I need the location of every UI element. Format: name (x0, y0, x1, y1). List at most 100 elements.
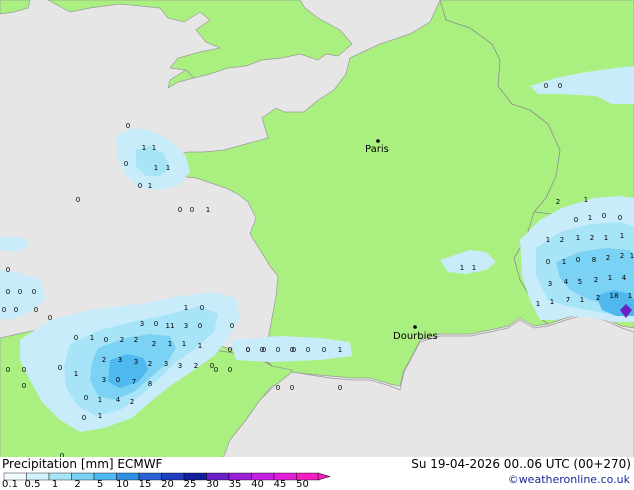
precip-value: 1 (604, 234, 608, 242)
city-marker (413, 325, 417, 329)
precip-value: 0 (230, 322, 234, 330)
precip-value: 0 (558, 82, 562, 90)
precip-value: 18 (610, 292, 619, 300)
scale-tick-label: 30 (206, 479, 219, 490)
precip-value: 2 (102, 356, 106, 364)
precip-value: 1 (148, 182, 152, 190)
precip-value: 2 (596, 294, 600, 302)
precip-value: 1 (198, 342, 202, 350)
scale-tick-label: 1 (51, 479, 59, 490)
precip-value: 1 (168, 340, 172, 348)
precip-value: 4 (564, 278, 569, 286)
precip-value: 11 (166, 322, 175, 330)
precip-value: 8 (592, 256, 596, 264)
precip-value: 0 (178, 206, 182, 214)
precip-value: 2 (152, 340, 156, 348)
precip-value: 0 (2, 306, 6, 314)
precip-value: 0 (6, 366, 10, 374)
precip-value: 0 (34, 306, 38, 314)
precip-value: 0 (228, 346, 232, 354)
precip-value: 0 (76, 196, 80, 204)
precip-value: 0 (276, 346, 280, 354)
precip-value: 1 (206, 206, 210, 214)
precip-value: 0 (602, 212, 606, 220)
precip-value: 1 (580, 296, 584, 304)
legend: Precipitation [mm] ECMWF Su 19-04-2026 0… (0, 457, 634, 490)
precip-value: 1 (182, 340, 186, 348)
precip-value: 5 (578, 278, 582, 286)
precip-value: 0 (198, 322, 202, 330)
precip-value: 0 (574, 216, 578, 224)
precip-value: 0 (276, 384, 280, 392)
precip-value: 0 (214, 366, 218, 374)
scale-tick-label: 45 (273, 479, 287, 490)
precip-value: 1 (166, 164, 170, 172)
precip-value: 1 (98, 396, 102, 404)
scale-tick-label: 0.5 (24, 479, 41, 490)
precip-value: 0 (306, 346, 310, 354)
precip-value: 0 (154, 320, 158, 328)
precip-value: 0 (58, 364, 62, 372)
precip-value: 0 (546, 258, 550, 266)
precip-value: 3 (164, 360, 168, 368)
precip-value: 1 (74, 370, 78, 378)
precip-value: 1 (584, 196, 588, 204)
scale-tick-label: 15 (138, 479, 152, 490)
precip-value: 0 (14, 306, 18, 314)
city-marker (376, 139, 380, 143)
precip-value: 3 (140, 320, 144, 328)
precip-value: 3 (118, 356, 122, 364)
precip-value: 1 (154, 164, 158, 172)
precip-value: 1 (98, 412, 102, 420)
precip-value: 4 (622, 274, 627, 282)
precip-value: 0 (190, 206, 194, 214)
precip-value: 0 (84, 394, 88, 402)
precip-value: 1 (576, 234, 580, 242)
precip-value: 1 (536, 300, 540, 308)
scale-tick-label: 0.1 (2, 479, 18, 490)
precip-value: 0 (262, 346, 266, 354)
precipitation-map: 0 1 1 0 1 1 0 1 0 0 0 1 0 0 0 0 0 0 0 0 … (0, 0, 634, 471)
precip-value: 0 (576, 256, 580, 264)
precip-value: 2 (194, 362, 198, 370)
precip-value: 0 (74, 334, 78, 342)
precip-value: 2 (590, 234, 594, 242)
precip-value: 0 (322, 346, 326, 354)
precip-value: 3 (184, 322, 188, 330)
legend-title: Precipitation [mm] ECMWF (2, 457, 163, 471)
precip-value: 3 (134, 358, 138, 366)
precip-value: 3 (178, 362, 182, 370)
precip-value: 0 (126, 122, 130, 130)
scale-tick-label: 40 (251, 479, 264, 490)
city-label: Dourbies (393, 331, 438, 342)
city-label: Paris (365, 144, 389, 155)
precip-value: 8 (148, 380, 152, 388)
precip-value: 1 (550, 298, 554, 306)
scale-tick-label: 10 (116, 479, 129, 490)
scale-arrow (317, 472, 331, 481)
precip-value: 1 (90, 334, 94, 342)
scale-tick-label: 35 (228, 479, 242, 490)
precip-value: 1 (472, 264, 476, 272)
precip-value: 2 (560, 236, 564, 244)
forecast-valid-time: Su 19-04-2026 00..06 UTC (00+270) (411, 457, 631, 471)
precip-value: 1 (152, 144, 156, 152)
precip-value: 1 (630, 252, 634, 260)
precip-value: 0 (246, 346, 250, 354)
precip-value: 2 (556, 198, 560, 206)
precip-value: 2 (606, 254, 610, 262)
precip-value: 1 (184, 304, 188, 312)
precip-value: 7 (132, 378, 136, 386)
precip-value: 2 (134, 336, 138, 344)
precip-value: 0 (104, 336, 108, 344)
scale-tick-label: 20 (161, 479, 174, 490)
precip-value: 0 (292, 346, 296, 354)
precip-value: 0 (6, 288, 10, 296)
precip-value: 1 (460, 264, 464, 272)
precip-value: 2 (148, 360, 152, 368)
precip-value: 1 (546, 236, 550, 244)
precip-value: 3 (102, 376, 106, 384)
precip-value: 0 (48, 314, 52, 322)
credit-link[interactable]: ©weatheronline.co.uk (508, 473, 630, 486)
precip-value: 1 (588, 214, 592, 222)
